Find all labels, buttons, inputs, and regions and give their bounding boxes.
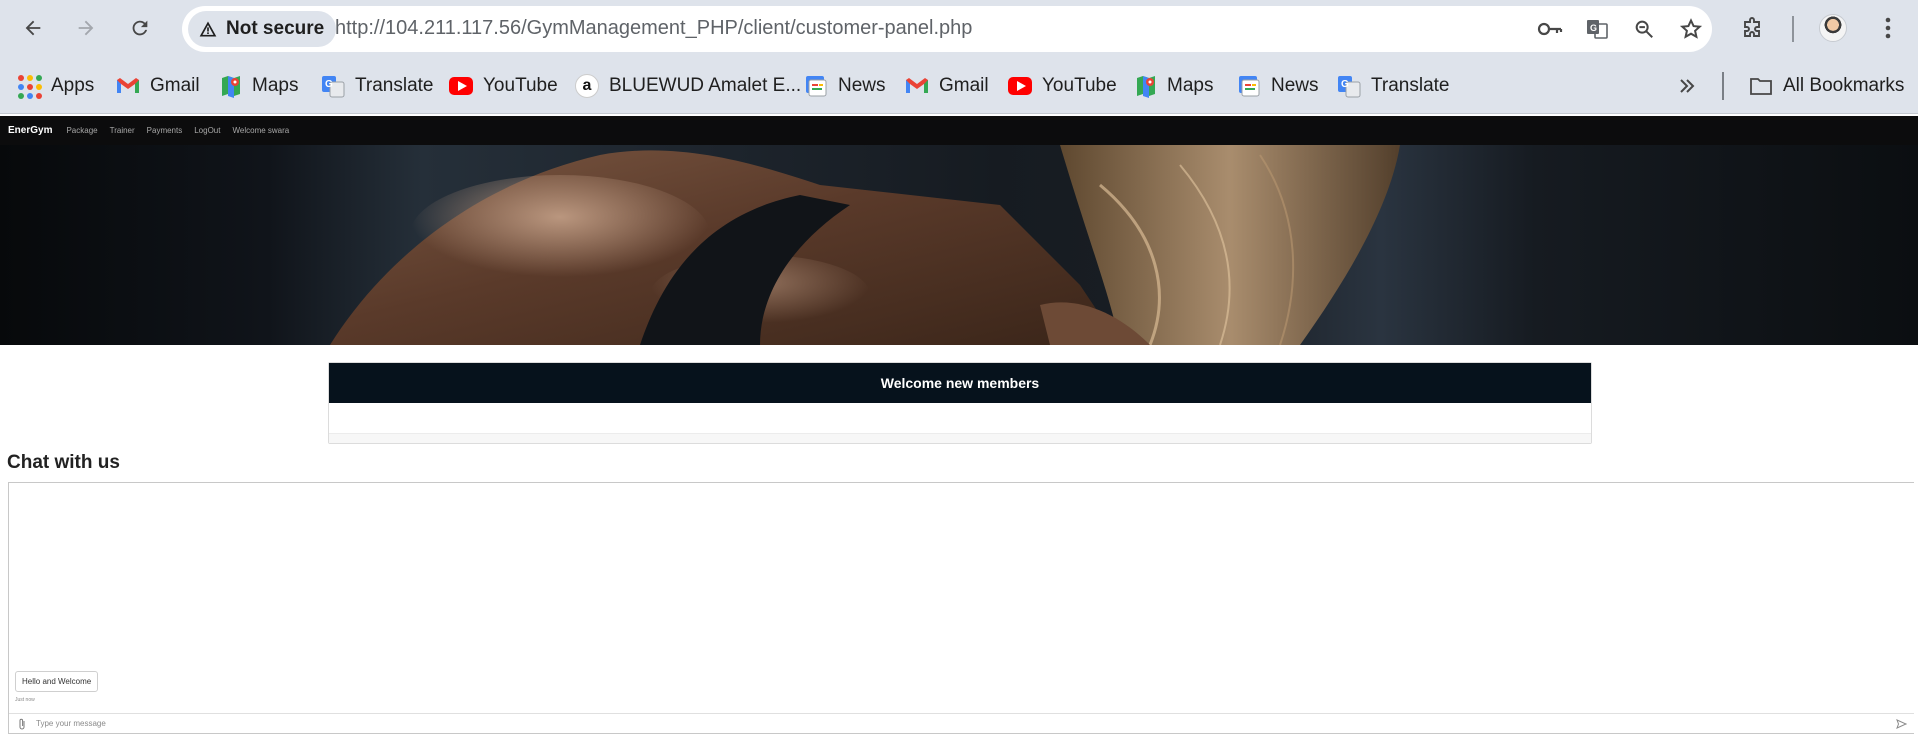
avatar — [1819, 14, 1847, 42]
maps-icon — [1137, 76, 1155, 98]
bookmark-apps[interactable]: Apps — [17, 72, 94, 100]
bookmark-news-2[interactable]: News — [1237, 72, 1319, 100]
bookmark-label: Maps — [1167, 75, 1214, 96]
profile-button[interactable] — [1815, 10, 1851, 46]
chat-widget: Hello and Welcome Just now — [8, 482, 1914, 734]
nav-link-payments[interactable]: Payments — [147, 126, 183, 135]
bookmark-label: Translate — [1371, 75, 1450, 96]
double-chevron-right-icon — [1680, 79, 1695, 93]
bookmark-label: Gmail — [939, 75, 989, 96]
bookmark-translate[interactable]: G Translate — [321, 72, 434, 100]
translate-page-icon[interactable]: G — [1582, 14, 1612, 44]
bookmark-maps-2[interactable]: Maps — [1135, 72, 1213, 100]
svg-text:G: G — [1590, 23, 1597, 33]
security-label: Not secure — [226, 18, 325, 39]
athlete-photo-illustration — [330, 145, 1400, 345]
maps-icon — [222, 76, 240, 98]
svg-text:G: G — [1341, 79, 1349, 90]
bookmark-translate-2[interactable]: G Translate — [1337, 72, 1450, 100]
bookmarks-overflow-button[interactable] — [1678, 72, 1696, 100]
bookmark-label: Apps — [51, 75, 95, 96]
bookmark-label: Gmail — [150, 75, 200, 96]
web-page: EnerGym Package Trainer Payments LogOut … — [0, 116, 1918, 745]
welcome-card-header: Welcome new members — [329, 363, 1591, 403]
translate-icon: G — [322, 76, 345, 98]
hero-banner-image — [0, 145, 1918, 345]
bookmark-maps[interactable]: Maps — [220, 72, 298, 100]
bookmark-star-icon[interactable] — [1676, 14, 1706, 44]
paperclip-icon[interactable] — [14, 717, 30, 731]
bookmark-label: News — [1271, 75, 1319, 96]
apps-grid-icon — [17, 74, 42, 99]
nav-link-trainer[interactable]: Trainer — [110, 126, 135, 135]
site-brand[interactable]: EnerGym — [8, 125, 52, 136]
warning-triangle-icon — [199, 21, 217, 37]
puzzle-icon — [1744, 17, 1760, 37]
password-key-icon[interactable] — [1535, 14, 1565, 44]
news-icon — [1239, 76, 1260, 97]
security-indicator[interactable]: Not secure — [188, 11, 337, 47]
translate-icon: G — [1338, 76, 1361, 98]
send-icon[interactable] — [1892, 717, 1910, 731]
gmail-icon — [906, 78, 928, 93]
bookmark-label: BLUEWUD Amalet E... — [609, 75, 802, 96]
url-path: /GymManagement_PHP/client/customer-panel… — [521, 17, 973, 39]
kebab-menu-icon — [1885, 17, 1891, 39]
bookmark-youtube[interactable]: YouTube — [449, 72, 558, 100]
forward-button[interactable] — [68, 10, 104, 46]
chat-message-time: Just now — [15, 697, 35, 703]
folder-icon — [1750, 78, 1772, 95]
welcome-members-card: Welcome new members — [328, 362, 1592, 444]
nav-link-welcome-user[interactable]: Welcome swara — [232, 126, 289, 135]
reload-icon — [132, 20, 148, 36]
chat-message-bubble: Hello and Welcome — [15, 671, 99, 692]
amazon-icon: a — [575, 74, 599, 98]
menu-button[interactable] — [1870, 10, 1906, 46]
chat-section-title: Chat with us — [7, 452, 120, 473]
arrow-left-icon — [25, 20, 41, 36]
svg-text:G: G — [325, 79, 333, 90]
browser-toolbar: Not secure http://104.211.117.56/GymMana… — [0, 0, 1918, 58]
all-bookmarks-button[interactable]: All Bookmarks — [1749, 72, 1904, 100]
chat-input-row — [9, 713, 1914, 733]
youtube-icon — [1008, 77, 1032, 95]
site-navbar: EnerGym Package Trainer Payments LogOut … — [0, 116, 1918, 145]
chat-message-input[interactable] — [30, 714, 1892, 733]
nav-link-logout[interactable]: LogOut — [194, 126, 220, 135]
nav-link-package[interactable]: Package — [66, 126, 97, 135]
bookmark-label: YouTube — [483, 75, 558, 96]
url-host: http://104.211.117.56 — [335, 17, 522, 39]
bookmark-gmail-2[interactable]: Gmail — [905, 72, 989, 100]
bookmark-youtube-2[interactable]: YouTube — [1008, 72, 1117, 100]
toolbar-divider — [1792, 16, 1794, 42]
news-icon — [806, 76, 827, 97]
url-text[interactable]: http://104.211.117.56/GymManagement_PHP/… — [335, 17, 972, 40]
all-bookmarks-label: All Bookmarks — [1783, 75, 1905, 96]
bookmark-amazon[interactable]: a BLUEWUD Amalet E... — [575, 72, 801, 100]
back-button[interactable] — [15, 10, 51, 46]
youtube-icon — [449, 77, 473, 95]
bookmark-label: News — [838, 75, 886, 96]
bookmark-label: Translate — [355, 75, 434, 96]
bookmark-news[interactable]: News — [804, 72, 886, 100]
bookmarks-divider — [1722, 72, 1724, 100]
welcome-card-footer — [329, 433, 1591, 443]
extensions-button[interactable] — [1735, 10, 1771, 46]
bookmark-label: Maps — [252, 75, 299, 96]
bookmark-label: YouTube — [1042, 75, 1117, 96]
arrow-right-icon — [78, 20, 94, 36]
zoom-icon[interactable] — [1629, 14, 1659, 44]
address-bar[interactable]: Not secure http://104.211.117.56/GymMana… — [182, 6, 1712, 52]
bookmark-gmail[interactable]: Gmail — [116, 72, 200, 100]
gmail-icon — [117, 78, 139, 93]
reload-button[interactable] — [122, 10, 158, 46]
bookmarks-bar: Apps Gmail Maps G Translate YouTube a BL… — [0, 58, 1918, 114]
